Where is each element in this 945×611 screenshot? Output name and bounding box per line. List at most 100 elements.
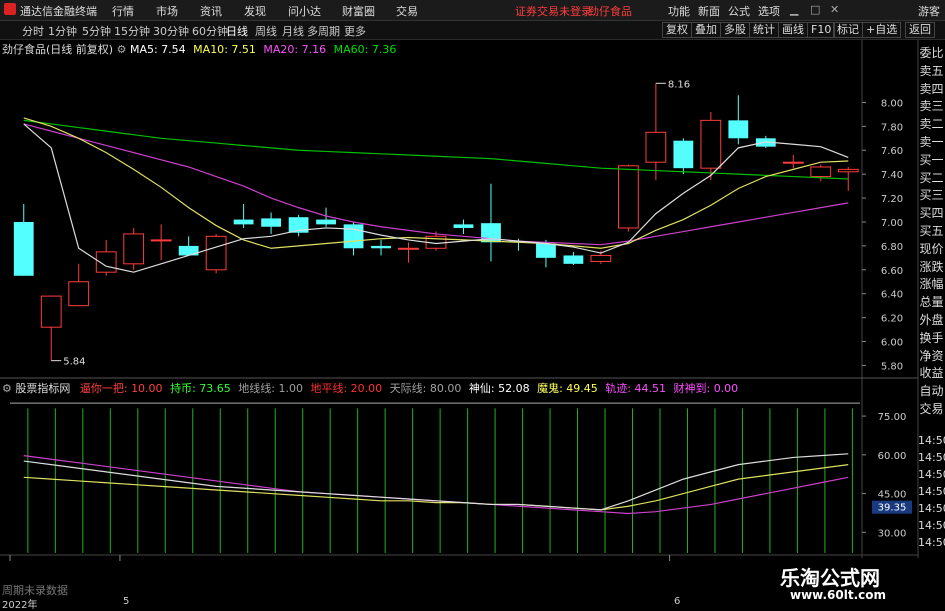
candle-body (673, 140, 694, 169)
side-field-label: 卖五 (919, 63, 944, 78)
price-tick-label: 6.00 (881, 338, 903, 349)
side-time-label: 14:50 (918, 468, 945, 481)
menu-trade[interactable]: 交易 (396, 3, 418, 19)
candle-body (590, 254, 612, 262)
candle-body (261, 218, 281, 227)
price-tick-label: 5.80 (881, 361, 903, 372)
options-button[interactable]: 选项 (758, 3, 780, 19)
restore-rights-button[interactable]: 复权 (662, 22, 692, 38)
period-toolbar: 分时 1分钟 5分钟 15分钟 30分钟 60分钟 日线 周线 月线 多周期 更… (0, 21, 945, 40)
side-field-label: 涨跌 (919, 259, 944, 274)
indicator-item: 逼你一把: 10.00 (79, 382, 163, 395)
candle-body (40, 295, 62, 328)
main-legend: 劲仔食品(日线 前复权) ⚙ MA5: 7.54 MA10: 7.51 MA20… (2, 41, 396, 57)
settings-icon[interactable]: ⚙ (117, 43, 130, 56)
function-button[interactable]: 功能 (668, 3, 690, 19)
candle-body (810, 166, 832, 178)
tab-daily[interactable]: 日线 (226, 23, 248, 39)
indicator-tick-label: 45.00 (878, 490, 907, 501)
formula-button[interactable]: 公式 (728, 3, 750, 19)
f10-button[interactable]: F10 (807, 22, 836, 38)
side-field-label: 买二 (919, 170, 944, 185)
ma10-label: MA10: 7.51 (193, 43, 256, 56)
candle-body (233, 219, 254, 225)
back-button[interactable]: 返回 (905, 22, 935, 38)
ma60-label: MA60: 7.36 (333, 43, 397, 56)
price-tick-label: 8.00 (881, 98, 903, 109)
price-tick-label: 7.20 (881, 194, 903, 205)
tab-timeshare[interactable]: 分时 (22, 23, 44, 39)
menu-market[interactable]: 市场 (156, 3, 178, 19)
candle-body (645, 131, 667, 163)
tab-monthly[interactable]: 月线 (282, 23, 304, 39)
candle-body (205, 235, 227, 271)
tab-15min[interactable]: 15分钟 (114, 23, 150, 39)
new-layout-button[interactable]: 新面 (698, 3, 720, 19)
indicator-item: 魔鬼: 49.45 (537, 382, 598, 395)
side-time-label: 14:50 (918, 451, 945, 464)
candle-body (68, 281, 90, 307)
app-title: 通达信金融终端 (20, 5, 97, 18)
login-status[interactable]: 证券交易未登录 (515, 3, 592, 19)
side-field-label: 卖四 (919, 81, 944, 96)
settings-icon[interactable]: ⚙ (2, 382, 15, 395)
add-favorite-button[interactable]: +自选 (862, 22, 902, 38)
side-field-label: 卖三 (919, 99, 944, 114)
kline-chart[interactable]: 8.00 7.80 7.60 7.40 7.20 7.00 6.80 6.60 6.40 6.20… (0, 40, 945, 609)
price-tick-label: 6.20 (881, 314, 903, 325)
watermark: 乐淘公式网 www.60lt.com (760, 558, 945, 609)
candle-body (398, 247, 419, 250)
candle-body (782, 161, 804, 164)
indicator-item: 地线线: 1.00 (238, 382, 303, 395)
ma10-line (23, 117, 849, 249)
tab-5min[interactable]: 5分钟 (82, 23, 111, 39)
time-side-panel: 14:50 14:50 14:50 14:50 14:50 14:50 14:50 (918, 430, 945, 550)
candle-body (178, 245, 199, 256)
price-tick-label: 7.00 (881, 218, 903, 229)
candle-body (316, 219, 336, 225)
tab-60min[interactable]: 60分钟 (192, 23, 228, 39)
side-time-label: 14:50 (918, 502, 945, 515)
side-field-label: 收益 (919, 366, 944, 381)
watermark-url: www.60lt.com (790, 588, 887, 602)
indicator-legend: ⚙ 股票指标网 逼你一把: 10.00 持币: 73.65 地线线: 1.00 … (2, 380, 738, 396)
side-time-label: 14:50 (918, 434, 945, 447)
tab-weekly[interactable]: 周线 (255, 23, 277, 39)
tab-30min[interactable]: 30分钟 (153, 23, 189, 39)
close-icon[interactable]: ✕ (830, 3, 839, 16)
side-field-label: 涨幅 (919, 277, 944, 292)
draw-line-button[interactable]: 画线 (778, 22, 808, 38)
minimize-icon[interactable]: ▁ (790, 3, 798, 16)
tab-more[interactable]: 更多 (344, 23, 366, 39)
indicator-item: 神仙: 52.08 (468, 382, 530, 395)
tab-multiperiod[interactable]: 多周期 (307, 23, 340, 39)
ma5-label: MA5: 7.54 (129, 43, 186, 56)
ma20-line (23, 123, 849, 246)
candle-body (563, 255, 584, 264)
quote-side-panel: 委比 卖五 卖四 卖三 卖二 卖一 买一 买二 买三 买四 买五 现价 涨跌 涨幅 总量 外盘 换手 净资 收益 自动… (918, 40, 945, 427)
side-field-label: 总量 (919, 295, 944, 310)
price-tick-label: 6.40 (881, 290, 903, 301)
menu-news[interactable]: 资讯 (200, 3, 222, 19)
side-field-label: 买三 (919, 188, 944, 203)
maximize-icon[interactable]: □ (810, 3, 820, 16)
side-field-label: 卖二 (919, 117, 944, 132)
mark-button[interactable]: 标记 (833, 22, 863, 38)
menu-discover[interactable]: 发现 (244, 3, 266, 19)
stock-label: 劲仔食品(日线 前复权) (2, 43, 114, 56)
multi-stock-button[interactable]: 多股 (720, 22, 750, 38)
tab-1min[interactable]: 1分钟 (48, 23, 77, 39)
indicator-item: 轨迹: 44.51 (605, 382, 666, 395)
candle-body (371, 245, 391, 249)
menu-ask[interactable]: 问小达 (288, 3, 321, 19)
overlay-button[interactable]: 叠加 (691, 22, 721, 38)
x-label-may: 5 (123, 596, 130, 607)
menu-wealth[interactable]: 财富圈 (342, 3, 375, 19)
side-field-label: 自动 (919, 384, 944, 399)
statistics-button[interactable]: 统计 (749, 22, 779, 38)
menu-quotes[interactable]: 行情 (112, 3, 134, 19)
indicator-item: 地平线: 20.00 (310, 382, 383, 395)
side-time-label: 14:50 (918, 536, 945, 549)
candle-body (150, 239, 172, 242)
guest-button[interactable]: 游客 (918, 3, 940, 19)
